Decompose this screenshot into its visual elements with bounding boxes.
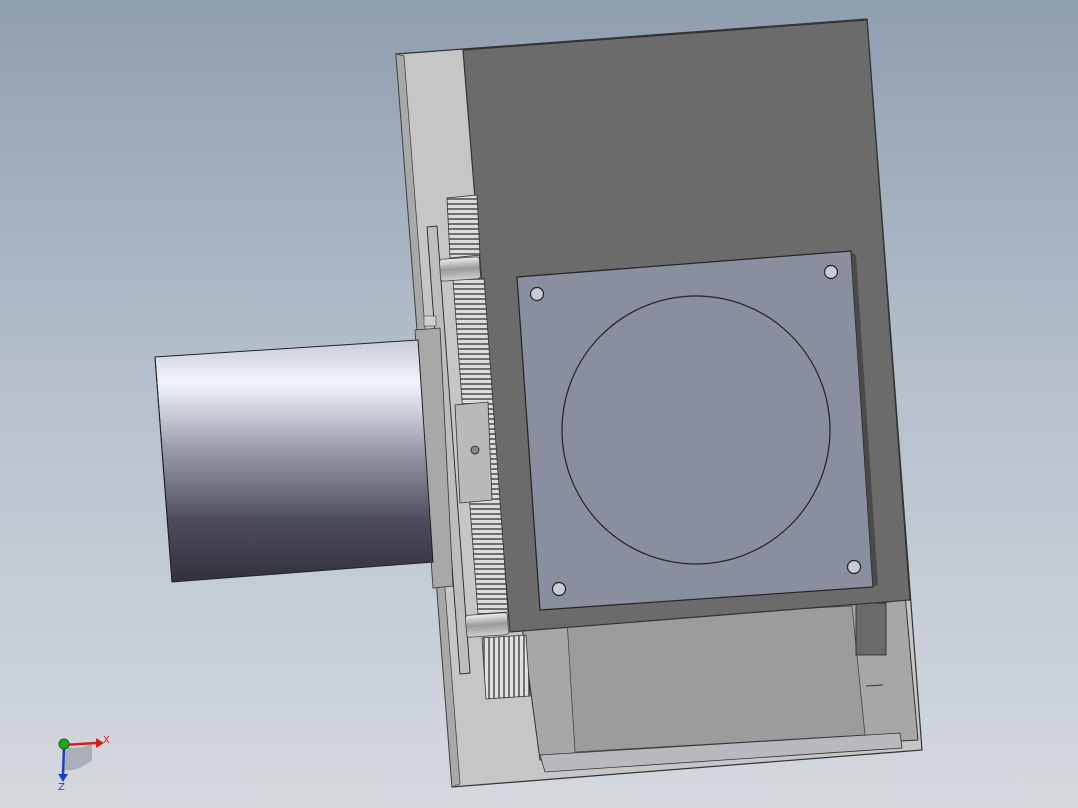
- coordinate-triad[interactable]: X Z: [58, 735, 110, 793]
- triad-y-axis-dot: [58, 738, 70, 750]
- cad-3d-viewport[interactable]: X Z: [0, 0, 1078, 808]
- standoff-pin-bottom: [465, 612, 509, 638]
- triad-z-label: Z: [58, 782, 65, 793]
- mounting-hole-bottom-left: [551, 581, 567, 597]
- side-slot: [855, 602, 887, 656]
- lower-bracket-inner-panel: [566, 605, 866, 753]
- mounting-hole-top-right: [823, 264, 839, 280]
- cylinder-motor-body[interactable]: [154, 339, 434, 583]
- triad-z-arrowhead: [58, 774, 68, 782]
- triad-z-axis: [61, 744, 66, 776]
- gear-hub-center: [470, 445, 480, 455]
- standoff-pin-top: [439, 256, 481, 282]
- mounting-hole-top-left: [529, 286, 545, 302]
- triad-x-label: X: [103, 735, 110, 746]
- pinion-gear[interactable]: [481, 634, 531, 700]
- standoff-pin-small: [423, 315, 437, 327]
- motor-bore-circle: [561, 295, 831, 565]
- gear-top-teeth: [446, 194, 481, 259]
- cad-model-scene[interactable]: X Z: [0, 0, 1078, 808]
- mounting-hole-bottom-right: [846, 559, 862, 575]
